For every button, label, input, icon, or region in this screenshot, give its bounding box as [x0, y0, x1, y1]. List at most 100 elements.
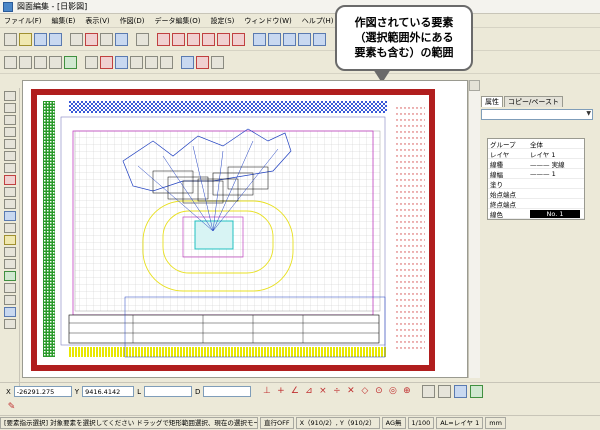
image-tool-icon[interactable] — [3, 271, 16, 281]
view-tool-2-icon[interactable] — [268, 33, 281, 46]
y-coordinate-field[interactable]: 9416.4142 — [82, 386, 135, 397]
line-tool-icon[interactable] — [3, 91, 16, 101]
tab-copy-paste[interactable]: コピー/ペースト — [504, 96, 564, 107]
copy-icon[interactable] — [100, 56, 113, 69]
save-icon[interactable] — [34, 33, 47, 46]
curve-tool-icon[interactable] — [3, 187, 16, 197]
rect-select-icon[interactable] — [85, 56, 98, 69]
measure-tool-icon[interactable] — [3, 295, 16, 305]
snap-perpendicular-icon[interactable]: ⊥ — [261, 386, 272, 397]
new-file-icon[interactable] — [4, 33, 17, 46]
snap-center-icon[interactable]: ⊙ — [373, 386, 384, 397]
x-coordinate-field[interactable]: -26291.275 — [13, 386, 72, 397]
arc-tool-icon[interactable] — [3, 151, 16, 161]
vertical-scrollbar[interactable] — [468, 80, 480, 378]
select-icon[interactable] — [4, 56, 17, 69]
settings-icon[interactable] — [115, 33, 128, 46]
save-all-icon[interactable] — [49, 33, 62, 46]
pick-icon[interactable] — [196, 56, 209, 69]
callout-balloon: 作図されている要素 （選択範囲外にある 要素も含む）の範囲 — [335, 5, 473, 83]
property-row-layer[interactable]: レイヤ レイヤ 1 — [488, 149, 584, 159]
print-icon[interactable] — [70, 33, 83, 46]
layer-tool-icon[interactable] — [3, 307, 16, 317]
shadow-tool-2-icon[interactable] — [172, 33, 185, 46]
pan-icon[interactable] — [34, 56, 47, 69]
property-row-start-end[interactable]: 始点端点 — [488, 189, 584, 199]
menu-data-edit[interactable]: データ編集(O) — [155, 16, 201, 26]
tab-attributes[interactable]: 属性 — [481, 96, 503, 107]
zoom-icon[interactable] — [19, 56, 32, 69]
l-label: L — [137, 387, 141, 396]
ortho-icon[interactable] — [422, 385, 436, 398]
shadow-tool-6-icon[interactable] — [232, 33, 245, 46]
move-icon[interactable] — [211, 56, 224, 69]
square-tool-icon[interactable] — [3, 175, 16, 185]
menu-draw[interactable]: 作図(D) — [120, 16, 145, 26]
undo-icon[interactable] — [130, 56, 143, 69]
property-row-group[interactable]: グループ 全体 — [488, 139, 584, 149]
text-tool-icon[interactable] — [3, 211, 16, 221]
ellipse-tool-icon[interactable] — [3, 163, 16, 173]
paste-icon[interactable] — [115, 56, 128, 69]
circle-tool-icon[interactable] — [3, 139, 16, 149]
snap-endpoint-icon[interactable]: ⊕ — [401, 386, 412, 397]
shadow-tool-3-icon[interactable] — [187, 33, 200, 46]
grid-snap-icon[interactable] — [438, 385, 452, 398]
direction-field[interactable] — [203, 386, 252, 397]
property-row-linetype[interactable]: 線種 ——— 実線 — [488, 159, 584, 169]
snap-plus-icon[interactable]: + — [275, 386, 286, 397]
layer-icon[interactable] — [136, 33, 149, 46]
callout-line-3: 要素も含む）の範囲 — [354, 46, 454, 59]
snap-intersection-icon[interactable]: ✕ — [345, 386, 356, 397]
help-icon[interactable] — [454, 385, 468, 398]
menu-settings[interactable]: 設定(S) — [211, 16, 235, 26]
length-field[interactable] — [143, 386, 192, 397]
menu-edit[interactable]: 編集(E) — [52, 16, 76, 26]
menu-file[interactable]: ファイル(F) — [4, 16, 42, 26]
shadow-tool-4-icon[interactable] — [202, 33, 215, 46]
layer-view-icon[interactable] — [470, 385, 484, 398]
snap-cross-icon[interactable]: × — [317, 386, 328, 397]
menu-window[interactable]: ウィンドウ(W) — [244, 16, 291, 26]
grid-icon[interactable] — [64, 56, 77, 69]
fit-icon[interactable] — [49, 56, 62, 69]
delete-icon[interactable] — [160, 56, 173, 69]
open-folder-icon[interactable] — [19, 33, 32, 46]
property-row-color[interactable]: 線色 No. 1 — [488, 209, 584, 219]
polygon-tool-icon[interactable] — [3, 127, 16, 137]
view-tool-1-icon[interactable] — [253, 33, 266, 46]
spline-tool-icon[interactable] — [3, 199, 16, 209]
print-preview-icon[interactable] — [100, 33, 113, 46]
hatch-tool-icon[interactable] — [3, 235, 16, 245]
snap-tangent-icon[interactable]: ⊿ — [303, 386, 314, 397]
snap-midpoint-icon[interactable]: ÷ — [331, 386, 342, 397]
rectangle-tool-icon[interactable] — [3, 115, 16, 125]
menu-view[interactable]: 表示(V) — [85, 16, 109, 26]
dimension-tool-icon[interactable] — [3, 223, 16, 233]
redo-icon[interactable] — [145, 56, 158, 69]
shadow-tool-1-icon[interactable] — [157, 33, 170, 46]
property-row-linewidth[interactable]: 線幅 ——— 1 — [488, 169, 584, 179]
attribute-dropdown[interactable] — [481, 109, 593, 120]
snap-quadrant-icon[interactable]: ◎ — [387, 386, 398, 397]
snap-node-icon[interactable]: ◇ — [359, 386, 370, 397]
pencil-icon[interactable]: ✎ — [6, 402, 17, 413]
scroll-up-arrow[interactable] — [469, 80, 480, 91]
shadow-tool-5-icon[interactable] — [217, 33, 230, 46]
property-row-end-end[interactable]: 終点端点 — [488, 199, 584, 209]
drawing-canvas[interactable] — [22, 80, 468, 378]
polyline-tool-icon[interactable] — [3, 103, 16, 113]
window-title: 図面編集 - [日影図] — [17, 2, 88, 11]
snap-angle-icon[interactable]: ∠ — [289, 386, 300, 397]
menu-help[interactable]: ヘルプ(H) — [302, 16, 334, 26]
view-tool-4-icon[interactable] — [298, 33, 311, 46]
group-tool-icon[interactable] — [3, 319, 16, 329]
view-tool-5-icon[interactable] — [313, 33, 326, 46]
cursor-icon[interactable] — [181, 56, 194, 69]
leader-tool-icon[interactable] — [3, 283, 16, 293]
symbol-tool-icon[interactable] — [3, 247, 16, 257]
export-icon[interactable] — [85, 33, 98, 46]
table-tool-icon[interactable] — [3, 259, 16, 269]
property-row-fill[interactable]: 塗り — [488, 179, 584, 189]
view-tool-3-icon[interactable] — [283, 33, 296, 46]
